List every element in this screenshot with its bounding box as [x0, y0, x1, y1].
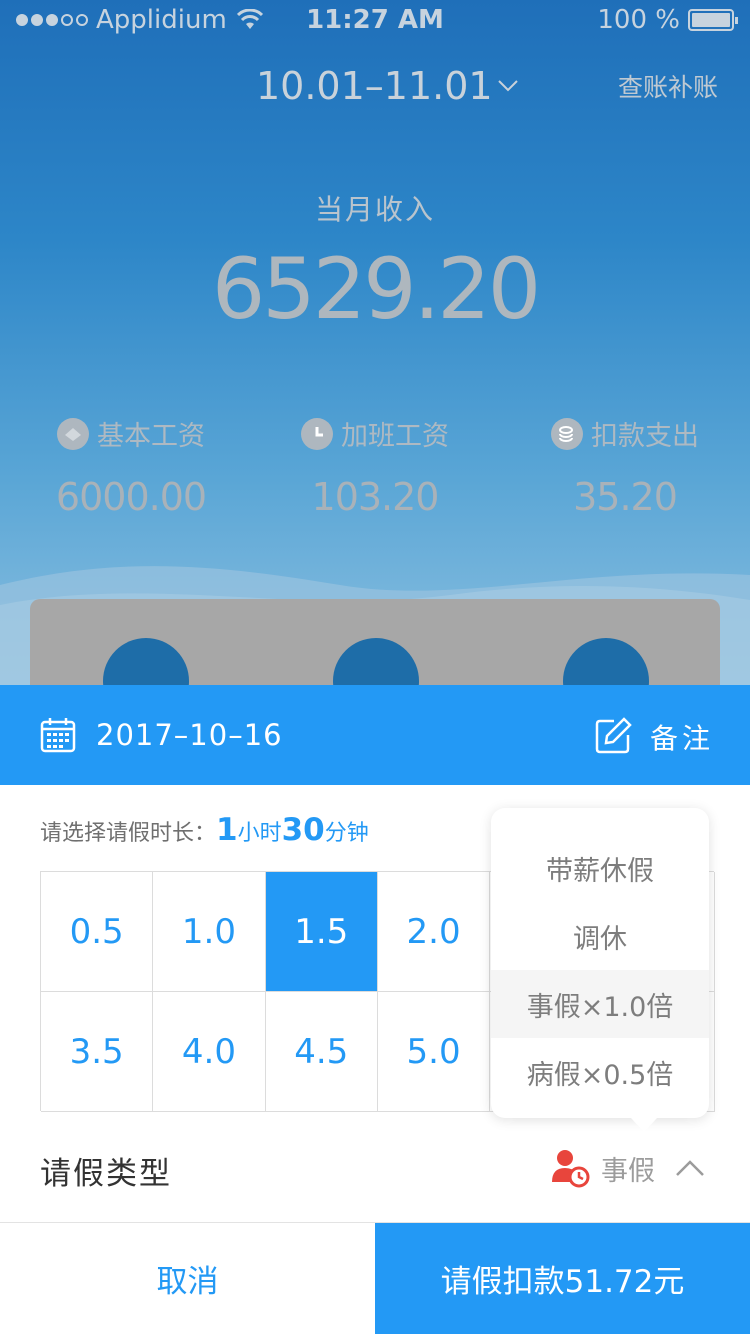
calendar-icon[interactable]: [40, 717, 76, 753]
duration-hours: 1: [216, 812, 238, 848]
salary-summary-background: Applidium 11:27 AM 100 % 10.01–11.01 查账补…: [0, 0, 750, 685]
duration-minutes: 30: [281, 812, 325, 848]
duration-option[interactable]: 5.0: [377, 992, 491, 1112]
duration-hours-unit: 小时: [237, 821, 282, 846]
income-label: 当月收入: [314, 193, 435, 226]
stat-deduction: 扣款支出 35.20: [500, 414, 750, 519]
stat-value: 103.20: [311, 475, 440, 519]
leave-option-highlighted[interactable]: 事假×1.0倍: [491, 970, 709, 1038]
status-bar: Applidium 11:27 AM 100 %: [0, 0, 750, 40]
person-clock-icon: [552, 1150, 590, 1188]
leave-type-selector[interactable]: 事假: [551, 1148, 705, 1188]
stat-label: 基本工资: [97, 421, 205, 452]
coins-icon: [551, 417, 583, 450]
leave-option[interactable]: 带薪休假: [491, 834, 709, 902]
duration-prompt-label: 请选择请假时长：: [40, 821, 217, 846]
duration-option[interactable]: 4.5: [265, 992, 378, 1112]
battery-percent: 100 %: [597, 5, 680, 35]
sheet-header: 2017–10–16 备注: [0, 685, 750, 785]
duration-minutes-unit: 分钟: [324, 821, 369, 846]
stat-value: 35.20: [573, 475, 678, 519]
leave-date[interactable]: 2017–10–16: [96, 718, 283, 752]
leave-type-label: 请假类型: [40, 1156, 172, 1192]
audit-link[interactable]: 查账补账: [618, 68, 718, 104]
wallet-icon: [57, 417, 89, 450]
note-button[interactable]: 备注: [650, 717, 714, 757]
stat-value: 6000.00: [55, 475, 207, 519]
duration-option-selected[interactable]: 1.5: [265, 872, 378, 992]
leave-option[interactable]: 调休: [491, 902, 709, 970]
chevron-up-icon: [676, 1160, 704, 1176]
clock-icon: [301, 417, 333, 450]
leave-type-value: 事假: [601, 1155, 655, 1187]
duration-option[interactable]: 4.0: [153, 992, 266, 1112]
submit-leave-button[interactable]: 请假扣款51.72元: [375, 1223, 750, 1334]
status-right: 100 %: [597, 5, 738, 35]
battery-icon: [688, 9, 738, 31]
period-selector[interactable]: 10.01–11.01: [256, 64, 519, 108]
period-label: 10.01–11.01: [256, 64, 493, 108]
duration-prompt: 请选择请假时长： 1 小时 30 分钟: [40, 812, 369, 848]
leave-option[interactable]: 病假×0.5倍: [491, 1038, 709, 1106]
duration-option[interactable]: 2.0: [377, 872, 491, 992]
stat-label: 加班工资: [341, 421, 449, 452]
stat-base-salary: 基本工资 6000.00: [6, 414, 256, 519]
duration-option[interactable]: 3.5: [41, 992, 154, 1112]
cancel-button[interactable]: 取消: [0, 1223, 375, 1334]
edit-note-icon[interactable]: [594, 717, 632, 755]
stat-label: 扣款支出: [591, 421, 699, 452]
income-value: 6529.20: [211, 240, 541, 338]
stat-overtime: 加班工资 103.20: [250, 414, 500, 519]
chevron-down-icon: [497, 80, 518, 92]
leave-type-popup: 带薪休假 调休 事假×1.0倍 病假×0.5倍: [491, 808, 709, 1132]
duration-option[interactable]: 0.5: [41, 872, 154, 992]
duration-option[interactable]: 1.0: [153, 872, 266, 992]
